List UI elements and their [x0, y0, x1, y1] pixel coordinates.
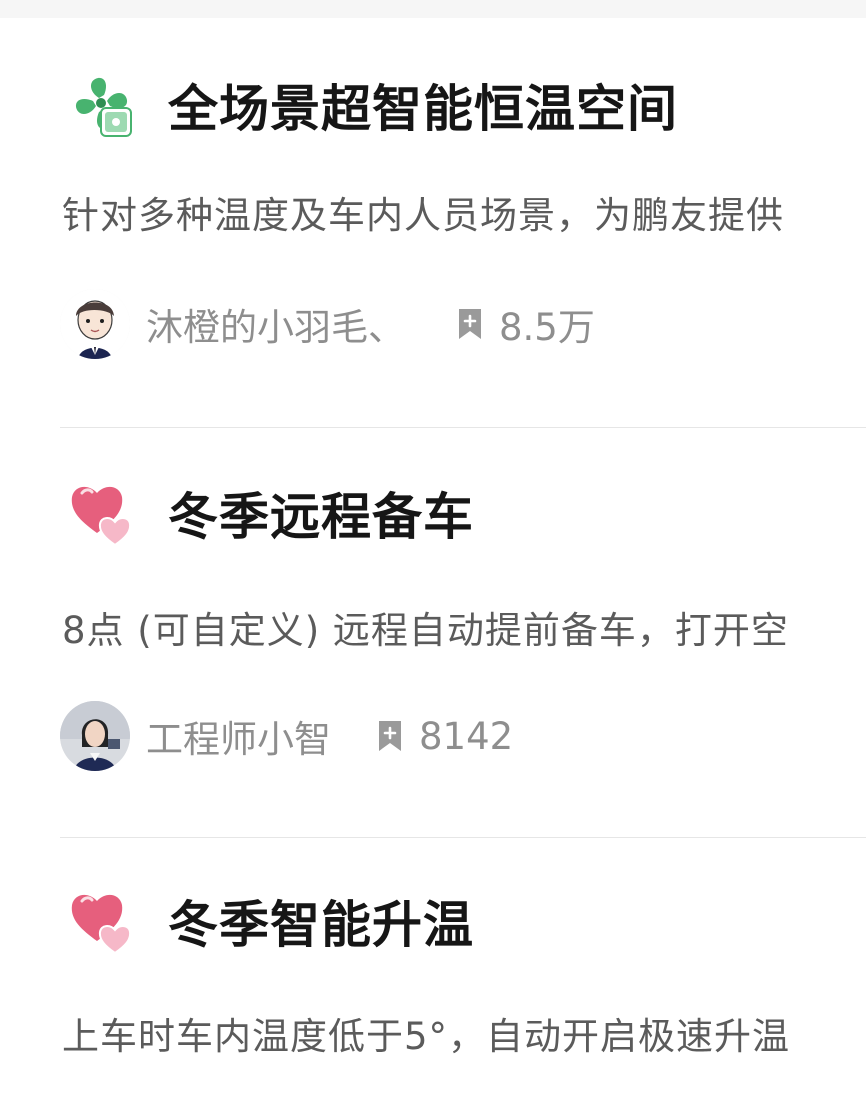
scene-card[interactable]: 全场景超智能恒温空间 针对多种温度及车内人员场景，为鹏友提供 沐橙的小羽毛、 8… — [0, 60, 866, 428]
author-name[interactable]: 沐橙的小羽毛、 — [146, 297, 405, 351]
bookmark-count: 8142 — [419, 714, 514, 758]
scene-card[interactable]: 冬季智能升温 上车时车内温度低于5°，自动开启极速升温 — [0, 878, 866, 1095]
heart-icon — [68, 478, 138, 548]
card-title: 冬季智能升温 — [168, 896, 474, 954]
author-avatar[interactable] — [60, 289, 130, 359]
card-description: 上车时车内温度低于5°，自动开启极速升温 — [62, 1015, 791, 1058]
divider — [60, 427, 866, 428]
bookmark-icon — [377, 720, 403, 752]
card-title-row: 冬季智能升温 — [68, 886, 474, 956]
card-title: 冬季远程备车 — [168, 488, 474, 546]
card-title-row: 全场景超智能恒温空间 — [68, 70, 678, 140]
card-meta: 沐橙的小羽毛、 8.5万 — [60, 288, 595, 360]
card-title: 全场景超智能恒温空间 — [168, 80, 678, 138]
scene-card[interactable]: 冬季远程备车 8点 (可自定义) 远程自动提前备车，打开空 工程师小智 8142 — [0, 470, 866, 838]
author-avatar[interactable] — [60, 701, 130, 771]
card-meta: 工程师小智 8142 — [60, 700, 513, 772]
card-description: 针对多种温度及车内人员场景，为鹏友提供 — [62, 194, 784, 237]
bookmark-count: 8.5万 — [499, 306, 595, 349]
card-description: 8点 (可自定义) 远程自动提前备车，打开空 — [62, 609, 789, 652]
card-title-row: 冬季远程备车 — [68, 478, 474, 548]
heart-icon — [68, 886, 138, 956]
author-name[interactable]: 工程师小智 — [146, 709, 331, 763]
bookmark-icon — [457, 308, 483, 340]
top-edge — [0, 0, 866, 18]
app-page: 全场景超智能恒温空间 针对多种温度及车内人员场景，为鹏友提供 沐橙的小羽毛、 8… — [0, 0, 866, 1095]
fan-icon — [68, 70, 138, 140]
divider — [60, 837, 866, 838]
